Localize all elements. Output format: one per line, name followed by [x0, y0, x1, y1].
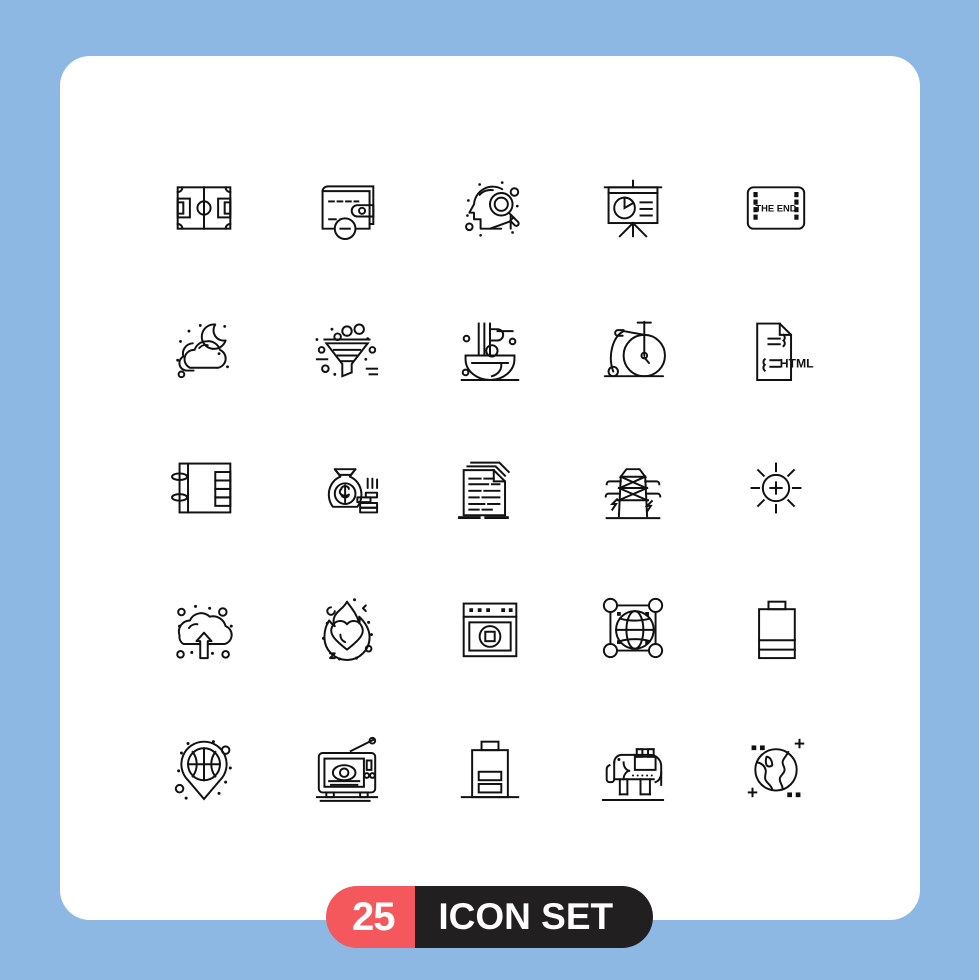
- icon-cell-browser-stop[interactable]: [418, 558, 561, 698]
- icon-grid: THE END HTML: [132, 138, 848, 838]
- icon-cell-burning-heart[interactable]: [275, 558, 418, 698]
- icon-cell-head-search[interactable]: [418, 138, 561, 278]
- icon-cell-wallet-minus[interactable]: [275, 138, 418, 278]
- penny-farthing-bike-icon: [604, 320, 667, 378]
- burning-heart-icon: [321, 598, 373, 661]
- icon-cell-night-cloud-moon[interactable]: [132, 278, 275, 418]
- icon-cell-penny-farthing-bike[interactable]: [562, 278, 705, 418]
- icon-cell-html-file[interactable]: HTML: [705, 278, 848, 418]
- icon-cell-cloud-upload[interactable]: [132, 558, 275, 698]
- icon-set-label: ICON SET: [414, 886, 653, 948]
- icon-cell-ring-binder[interactable]: [132, 418, 275, 558]
- film-the-end-icon: THE END: [747, 186, 806, 230]
- wallet-minus-icon: [321, 185, 375, 241]
- icon-cell-tv-eye[interactable]: [275, 698, 418, 838]
- brightness-plus-icon: [750, 462, 802, 514]
- ring-binder-icon: [170, 462, 231, 514]
- tv-eye-icon: [315, 736, 378, 802]
- poster-card: THE END HTML: [60, 56, 920, 920]
- globe-selection-icon: [603, 597, 664, 659]
- earth-globe-icon: [748, 738, 805, 798]
- elephant-icon: [602, 748, 665, 801]
- head-search-icon: [465, 181, 520, 237]
- icon-cell-brightness-plus[interactable]: [705, 418, 848, 558]
- noodles-bowl-icon: [460, 322, 520, 381]
- icon-cell-basketball-location[interactable]: [132, 698, 275, 838]
- icon-cell-money-bag-coins[interactable]: [275, 418, 418, 558]
- icon-cell-earth-globe[interactable]: [705, 698, 848, 838]
- icon-cell-battery-half[interactable]: [418, 698, 561, 838]
- icon-set-poster: THE END HTML 25 ICON SET: [0, 0, 979, 980]
- icon-cell-noodles-bowl[interactable]: [418, 278, 561, 418]
- icon-cell-globe-selection[interactable]: [562, 558, 705, 698]
- battery-low-icon: [758, 600, 797, 660]
- presentation-chart-icon: [604, 179, 663, 238]
- icon-cell-film-the-end[interactable]: THE END: [705, 138, 848, 278]
- icon-cell-presentation-chart[interactable]: [562, 138, 705, 278]
- icon-cell-power-pylon[interactable]: [562, 418, 705, 558]
- html-file-label: HTML: [780, 357, 814, 371]
- soccer-field-icon: [176, 186, 231, 230]
- cloud-upload-icon: [175, 604, 233, 660]
- basketball-location-icon: [174, 740, 232, 801]
- power-pylon-icon: [604, 468, 662, 520]
- night-cloud-moon-icon: [175, 323, 229, 379]
- documents-stack-icon: [458, 461, 511, 520]
- icon-cell-soccer-field[interactable]: [132, 138, 275, 278]
- icon-cell-funnel-filter[interactable]: [275, 278, 418, 418]
- icon-cell-elephant[interactable]: [562, 698, 705, 838]
- battery-half-icon: [460, 740, 520, 799]
- icon-cell-documents-stack[interactable]: [418, 418, 561, 558]
- money-bag-coins-icon: [327, 468, 378, 514]
- icon-set-banner: 25 ICON SET: [326, 886, 653, 948]
- html-file-icon: HTML: [756, 322, 815, 381]
- browser-stop-icon: [462, 602, 518, 658]
- film-the-end-label: THE END: [756, 202, 797, 213]
- icon-count-badge: 25: [326, 886, 415, 948]
- funnel-filter-icon: [315, 323, 378, 378]
- icon-cell-battery-low[interactable]: [705, 558, 848, 698]
